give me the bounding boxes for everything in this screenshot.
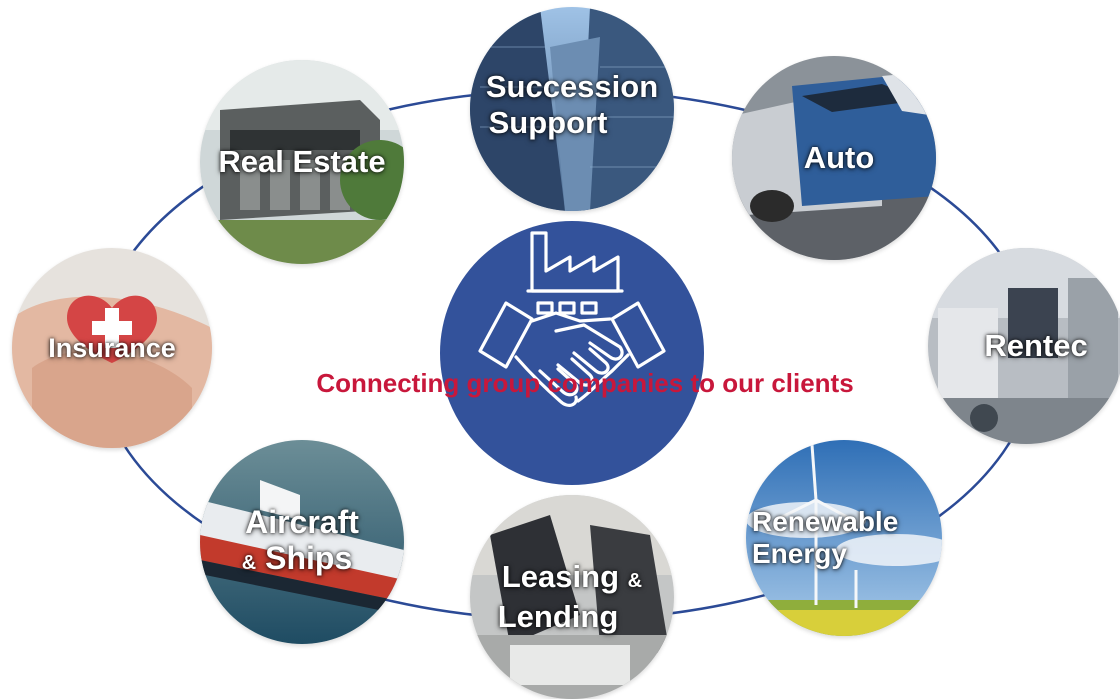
business-ecosystem-diagram: Succession Support Auto Rentec Renewable… — [0, 0, 1120, 699]
segment-succession-support[interactable]: Succession Support — [470, 7, 674, 211]
segment-label: Aircraft — [245, 503, 359, 540]
segment-insurance[interactable]: Insurance — [12, 248, 212, 448]
segment-label-row: Leasing & — [502, 559, 642, 599]
segment-renewable-energy[interactable]: Renewable Energy — [746, 440, 942, 636]
segment-label: Real Estate — [218, 144, 386, 179]
segment-label: Insurance — [48, 333, 176, 363]
segment-label: Energy — [752, 538, 847, 569]
segment-label: Leasing — [501, 559, 620, 594]
segment-label: Rentec — [984, 328, 1088, 363]
ampersand: & — [627, 570, 643, 592]
segment-aircraft-ships[interactable]: Aircraft & Ships — [200, 440, 404, 644]
segment-label: Renewable — [752, 506, 899, 537]
segment-label-row: & Ships — [242, 540, 352, 581]
segment-real-estate[interactable]: Real Estate — [200, 60, 404, 264]
hub-tagline: Connecting group companies to our client… — [316, 368, 854, 398]
segment-rentec[interactable]: Rentec — [928, 248, 1120, 444]
segment-label: Ships — [265, 539, 353, 576]
segment-label: Lending — [497, 599, 619, 634]
factory-handshake-icon — [478, 231, 666, 407]
segment-label: Auto — [803, 140, 875, 175]
ampersand: & — [241, 551, 257, 574]
segment-auto[interactable]: Auto — [732, 56, 936, 260]
hub-circle — [440, 221, 704, 485]
segment-label: Support — [488, 105, 608, 140]
segment-label: Succession — [485, 69, 659, 104]
segment-leasing-lending[interactable]: Leasing & Lending — [470, 495, 674, 699]
